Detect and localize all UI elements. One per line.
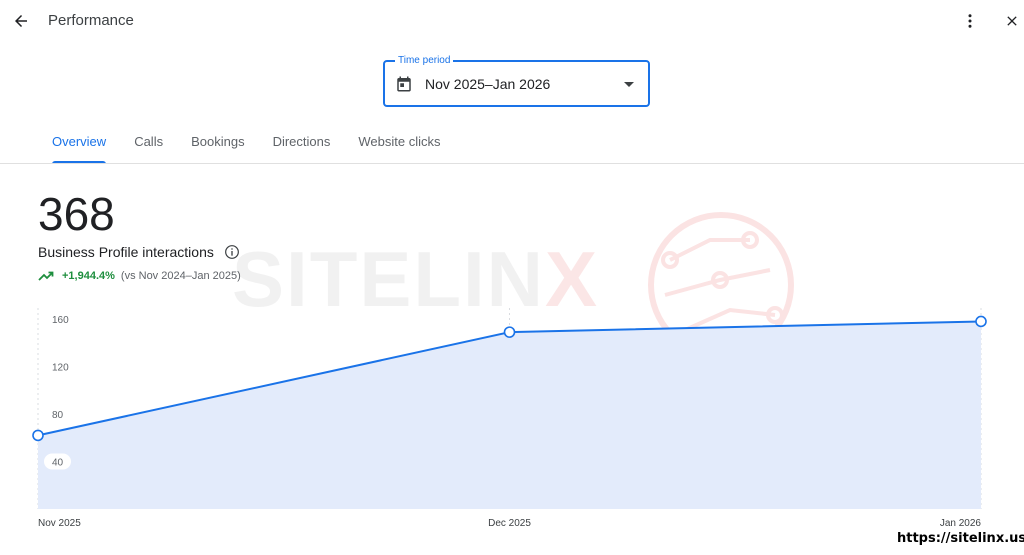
x-tick-label: Nov 2025 (38, 518, 81, 529)
tab-bookings[interactable]: Bookings (177, 126, 258, 164)
dropdown-caret-icon (624, 82, 634, 87)
trend-percentage: +1,944.4% (62, 270, 115, 282)
tab-calls[interactable]: Calls (120, 126, 177, 164)
interactions-chart: 40 80 120 160 Nov 2025 Dec 2025 Jan 2026 (32, 308, 987, 529)
metric-tabs: Overview Calls Bookings Directions Websi… (38, 126, 455, 164)
data-point (32, 429, 44, 442)
metric-label: Business Profile interactions (38, 244, 214, 260)
x-tick-label: Jan 2026 (940, 518, 982, 529)
y-tick-label: 120 (52, 363, 69, 374)
top-bar: Performance (0, 0, 1024, 42)
time-period-select[interactable]: Time period Nov 2025–Jan 2026 (383, 55, 650, 107)
y-tick-label: 40 (52, 458, 64, 469)
time-period-label: Time period (395, 55, 454, 67)
time-period-value: Nov 2025–Jan 2026 (425, 76, 551, 92)
tab-overview[interactable]: Overview (38, 126, 120, 164)
tabs-divider (0, 163, 1024, 164)
more-options-button[interactable] (958, 8, 982, 34)
x-tick-label: Dec 2025 (488, 518, 531, 529)
close-icon (1007, 16, 1017, 26)
footer-url: https://sitelinx.us (897, 531, 1024, 546)
tab-directions[interactable]: Directions (259, 126, 345, 164)
page-title: Performance (48, 12, 134, 29)
metric-value: 368 (38, 188, 115, 240)
back-arrow-icon (15, 15, 27, 27)
series-area (38, 321, 981, 509)
info-icon[interactable] (224, 244, 240, 260)
close-button[interactable] (999, 8, 1024, 34)
back-button[interactable] (8, 8, 34, 34)
tab-website-clicks[interactable]: Website clicks (344, 126, 454, 164)
data-point (975, 315, 987, 328)
calendar-icon (397, 76, 411, 92)
trend-comparison: (vs Nov 2024–Jan 2025) (120, 270, 241, 282)
trend-row: +1,944.4% (vs Nov 2024–Jan 2025) (38, 268, 241, 284)
y-tick-label: 80 (52, 410, 64, 421)
y-tick-label: 160 (52, 315, 69, 326)
trending-up-icon (38, 271, 54, 281)
data-point (503, 326, 516, 338)
more-vert-icon (968, 14, 972, 28)
